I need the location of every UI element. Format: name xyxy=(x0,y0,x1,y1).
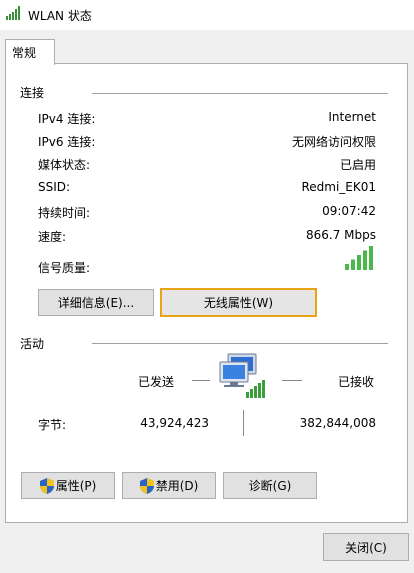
duration-value: 09:07:42 xyxy=(322,204,376,218)
ssid-value: Redmi_EK01 xyxy=(301,180,376,194)
speed-label: 速度: xyxy=(38,230,67,244)
close-button[interactable]: 关闭(C) xyxy=(323,533,409,561)
signal-bar xyxy=(345,264,349,270)
signal-strength-icon xyxy=(345,246,373,270)
signal-bar xyxy=(357,255,361,270)
title-bar: WLAN 状态 xyxy=(0,0,414,30)
disable-button-label: 禁用(D) xyxy=(155,479,199,493)
signal-bar xyxy=(363,250,367,270)
media-state-value: 已启用 xyxy=(339,158,376,172)
duration-label: 持续时间: xyxy=(38,206,91,220)
received-connector-line xyxy=(282,380,302,381)
tab-general[interactable]: 常规 xyxy=(5,39,55,65)
properties-button-label: 属性(P) xyxy=(55,479,97,493)
signal-bar xyxy=(351,259,355,270)
ssid-label: SSID: xyxy=(38,180,71,194)
bytes-received-value: 382,844,008 xyxy=(299,416,376,430)
diagnose-button[interactable]: 诊断(G) xyxy=(223,472,317,499)
details-button[interactable]: 详细信息(E)... xyxy=(38,289,154,316)
wifi-signal-icon xyxy=(6,6,20,20)
connection-heading: 连接 xyxy=(20,86,45,100)
activity-heading: 活动 xyxy=(20,337,45,351)
ipv6-label: IPv6 连接: xyxy=(38,135,96,149)
speed-value: 866.7 Mbps xyxy=(305,228,376,242)
signal-bar xyxy=(369,246,373,270)
network-computer-icon xyxy=(219,353,265,398)
bytes-divider xyxy=(243,410,244,436)
properties-button[interactable]: 属性(P) xyxy=(21,472,115,499)
bytes-sent-value: 43,924,423 xyxy=(140,416,209,430)
received-label: 已接收 xyxy=(338,375,375,389)
media-state-label: 媒体状态: xyxy=(38,158,91,172)
ipv6-value: 无网络访问权限 xyxy=(291,135,376,149)
uac-shield-icon xyxy=(139,477,154,494)
bytes-label: 字节: xyxy=(38,418,67,432)
sent-label: 已发送 xyxy=(138,375,175,389)
activity-divider xyxy=(92,343,388,344)
sent-connector-line xyxy=(192,380,210,381)
signal-quality-label: 信号质量: xyxy=(38,261,91,275)
window-title: WLAN 状态 xyxy=(28,9,92,23)
wireless-properties-button[interactable]: 无线属性(W) xyxy=(160,288,317,317)
disable-button[interactable]: 禁用(D) xyxy=(122,472,216,499)
uac-shield-icon xyxy=(39,477,54,494)
tab-general-label: 常规 xyxy=(12,46,37,60)
ipv4-label: IPv4 连接: xyxy=(38,112,96,126)
ipv4-value: Internet xyxy=(328,110,376,124)
connection-divider xyxy=(92,93,388,94)
